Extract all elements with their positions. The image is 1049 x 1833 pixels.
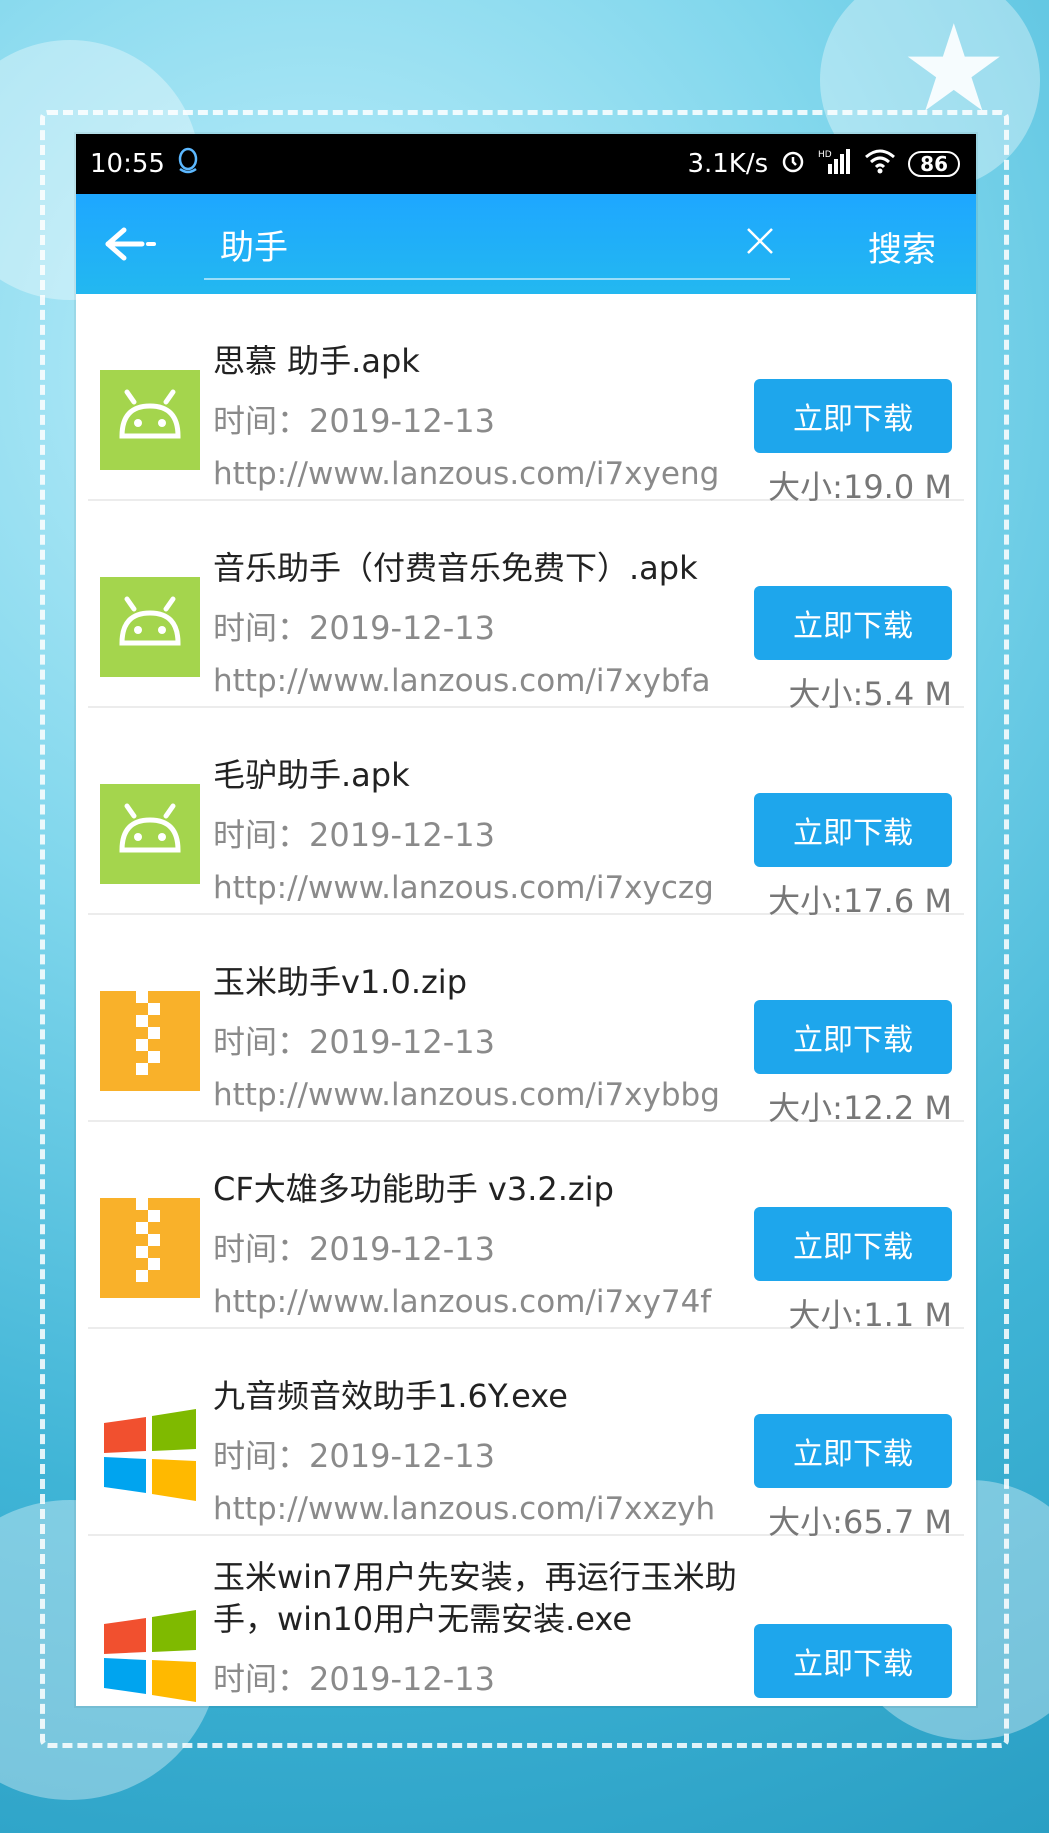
- search-input[interactable]: [220, 224, 740, 264]
- file-url[interactable]: http://www.lanzous.com/i7xyczg: [213, 870, 714, 906]
- file-url[interactable]: http://www.lanzous.com/i7xxzyh: [213, 1491, 715, 1527]
- alarm-icon: [780, 148, 806, 180]
- list-item[interactable]: 玉米助手v1.0.zip 时间：2019-12-13 http://www.la…: [88, 915, 964, 1127]
- battery-indicator: 86: [908, 151, 960, 177]
- file-url[interactable]: http://www.lanzous.com/i7xy74f: [213, 1284, 711, 1320]
- file-name: 毛驴助手.apk: [213, 756, 410, 794]
- file-name: 思慕 助手.apk: [213, 342, 420, 380]
- zip-icon: [100, 991, 200, 1091]
- search-button[interactable]: 搜索: [868, 222, 936, 271]
- wifi-icon: [864, 148, 896, 180]
- back-button[interactable]: [90, 214, 170, 274]
- file-time: 时间：2019-12-13: [213, 1023, 495, 1061]
- file-name: 九音频音效助手1.6Y.exe: [213, 1377, 568, 1415]
- download-button[interactable]: 立即下载: [754, 379, 952, 453]
- file-url[interactable]: http://www.lanzous.com/i7xybbg: [213, 1077, 720, 1113]
- file-time: 时间：2019-12-13: [213, 609, 495, 647]
- file-time: 时间：2019-12-13: [213, 402, 495, 440]
- status-bar: 10:55 3.1K/s HD 86: [76, 134, 976, 194]
- result-list: 思慕 助手.apk 时间：2019-12-13 http://www.lanzo…: [76, 294, 976, 1706]
- windows-icon: [100, 1405, 200, 1505]
- list-item[interactable]: 毛驴助手.apk 时间：2019-12-13 http://www.lanzou…: [88, 708, 964, 920]
- file-name: CF大雄多功能助手 v3.2.zip: [213, 1170, 614, 1208]
- phone-screen: 10:55 3.1K/s HD 86 助手 搜索 思慕 助手.apk 时间：20…: [76, 134, 976, 1706]
- clock: 10:55: [90, 149, 165, 179]
- file-time: 时间：2019-12-13: [213, 1660, 495, 1698]
- file-time: 时间：2019-12-13: [213, 816, 495, 854]
- list-item[interactable]: CF大雄多功能助手 v3.2.zip 时间：2019-12-13 http://…: [88, 1122, 964, 1334]
- windows-icon: [100, 1606, 200, 1706]
- android-icon: [100, 370, 200, 470]
- android-icon: [100, 784, 200, 884]
- search-field: [204, 210, 790, 280]
- file-url[interactable]: http://www.lanzous.com/i7xybfa: [213, 663, 710, 699]
- file-name: 玉米win7用户先安装，再运行玉米助手，win10用户无需安装.exe: [213, 1558, 737, 1638]
- download-button[interactable]: 立即下载: [754, 1414, 952, 1488]
- network-speed: 3.1K/s: [687, 149, 769, 179]
- download-button[interactable]: 立即下载: [754, 1000, 952, 1074]
- svg-text:HD: HD: [818, 150, 832, 160]
- download-button[interactable]: 立即下载: [754, 1207, 952, 1281]
- file-time: 时间：2019-12-13: [213, 1437, 495, 1475]
- signal-icon: HD: [818, 148, 852, 180]
- download-button[interactable]: 立即下载: [754, 793, 952, 867]
- download-button[interactable]: 立即下载: [754, 586, 952, 660]
- back-arrow-icon: [105, 227, 156, 261]
- zip-icon: [100, 1198, 200, 1298]
- download-button[interactable]: 立即下载: [754, 1624, 952, 1698]
- search-header: 搜索: [76, 194, 976, 294]
- file-name: 音乐助手（付费音乐免费下）.apk: [213, 549, 698, 587]
- file-time: 时间：2019-12-13: [213, 1230, 495, 1268]
- file-name: 玉米助手v1.0.zip: [213, 963, 468, 1001]
- list-item[interactable]: 思慕 助手.apk 时间：2019-12-13 http://www.lanzo…: [88, 294, 964, 506]
- android-icon: [100, 577, 200, 677]
- list-item[interactable]: 玉米win7用户先安装，再运行玉米助手，win10用户无需安装.exe 时间：2…: [88, 1536, 964, 1706]
- clear-icon[interactable]: [740, 224, 780, 264]
- file-url[interactable]: http://www.lanzous.com/i7xyeng: [213, 456, 719, 492]
- qq-icon: [177, 147, 199, 181]
- list-item[interactable]: 音乐助手（付费音乐免费下）.apk 时间：2019-12-13 http://w…: [88, 501, 964, 713]
- list-item[interactable]: 九音频音效助手1.6Y.exe 时间：2019-12-13 http://www…: [88, 1329, 964, 1541]
